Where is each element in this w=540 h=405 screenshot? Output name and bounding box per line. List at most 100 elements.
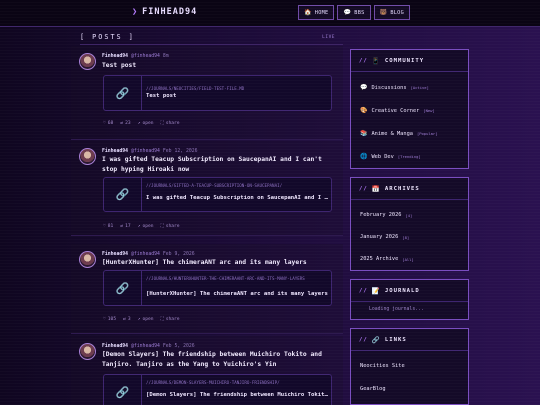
community-item-anime-manga[interactable]: 📚 Anime & Manga [Popular] — [351, 122, 468, 145]
journald-panel: //📝 JOURNALD Loading journals... — [350, 279, 469, 320]
post-time: Feb 9, 2026 — [162, 252, 195, 257]
share-button[interactable]: ⛶ share — [160, 223, 180, 230]
live-indicator: LIVE — [322, 35, 335, 40]
community-item-web-dev[interactable]: 🌐 Web Dev [Trending] — [351, 145, 468, 168]
community-header: //📱 COMMUNITY — [351, 50, 468, 72]
link-title: I was gifted Teacup Subscription on Sauc… — [146, 195, 328, 201]
link-preview-card[interactable]: 🔗 //journals/gifted-a-teacup-subscriptio… — [103, 177, 332, 212]
nav-blog-button[interactable]: 🐻 BLOG — [373, 5, 411, 20]
share-button[interactable]: ⛶ share — [161, 120, 180, 127]
status-badge: [Active] — [410, 85, 429, 90]
avatar[interactable] — [79, 148, 96, 165]
post-meta: Finhead94 @finhead94 Feb 5, 2026 — [102, 344, 195, 349]
post-card: Finhead94 @finhead94 Feb 12, 2026 I was gi… — [71, 141, 343, 236]
share-icon: ⛶ — [160, 317, 164, 322]
link-title: [Demon Slayers] The friendship between M… — [146, 392, 328, 398]
post-author[interactable]: Finhead94 — [102, 252, 128, 257]
post-text: [Demon Slayers] The friendship between M… — [102, 351, 322, 368]
posts-title: [ POSTS ] — [80, 33, 135, 41]
post-text: Test post — [102, 62, 137, 69]
avatar[interactable] — [79, 53, 96, 70]
like-button[interactable]: ♡ 105 — [103, 316, 116, 322]
heart-icon: ♡ — [103, 316, 106, 322]
links-header: //🔗 LINKS — [351, 329, 468, 351]
repost-button[interactable]: ⇄ 23 — [120, 120, 130, 126]
count-badge: [4] — [405, 212, 413, 218]
open-button[interactable]: ↗ open — [138, 120, 154, 126]
house-icon: 🏠 — [304, 9, 312, 16]
palette-icon: 🎨 — [360, 107, 368, 114]
post-meta: Finhead94 @finhead94 Feb 12, 2026 — [102, 149, 198, 154]
phone-icon: 📱 — [371, 56, 381, 65]
post-card: Finhead94 @finhead94 Feb 9, 2026 [HunterXH… — [71, 244, 343, 334]
speech-bubble-icon: 💬 — [343, 9, 352, 16]
chevron-right-icon: ❯ — [132, 7, 139, 17]
link-url: //journals/hunterxhunter-the-chimeraant-… — [146, 276, 305, 281]
post-author[interactable]: Finhead94 — [102, 344, 128, 349]
site-logo-text: FINHEAD94 — [142, 7, 198, 17]
status-badge: [Popular] — [416, 131, 438, 136]
post-handle: @finhead94 — [131, 344, 160, 349]
repost-icon: ⇄ — [120, 223, 124, 229]
arrow-icon: ↗ — [137, 316, 141, 322]
count-badge: [8] — [402, 234, 410, 240]
open-button[interactable]: ↗ open — [138, 223, 154, 229]
globe-icon: 🌐 — [360, 153, 368, 160]
link-preview-card[interactable]: 🔗 //journals/hunterxhunter-the-chimeraan… — [103, 270, 332, 306]
link-icon: 🔗 — [104, 271, 142, 305]
post-actions: ♡ 105 ⇄ 3 ↗ open ⛶ share — [103, 316, 180, 323]
link-title: Test post — [146, 93, 177, 99]
repost-button[interactable]: ⇄ 17 — [120, 223, 130, 229]
post-card: Finhead94 @finhead94 Feb 5, 2026 [Demon Sl… — [71, 336, 343, 405]
post-actions: ♡ 68 ⇄ 23 ↗ open ⛶ share — [103, 120, 180, 127]
loading-text: Loading journals... — [369, 307, 424, 312]
like-button[interactable]: ♡ 81 — [103, 223, 113, 229]
nav-bbs-button[interactable]: 💬 BBS — [337, 5, 371, 20]
post-text: I was gifted Teacup Subscription on Sauc… — [102, 156, 322, 173]
community-item-creative-corner[interactable]: 🎨 Creative Corner [New] — [351, 99, 468, 122]
divider — [80, 44, 343, 45]
avatar[interactable] — [79, 343, 96, 360]
status-badge: [Trending] — [397, 154, 421, 159]
arrow-icon: ↗ — [137, 120, 141, 126]
link-preview-card[interactable]: 🔗 //journals/neocities/field-test-file.m… — [103, 75, 332, 111]
link-preview-card[interactable]: 🔗 //journals/demon-slayers-muichiro-tanj… — [103, 374, 332, 405]
post-meta: Finhead94 @finhead94 Feb 9, 2026 — [102, 252, 195, 257]
link-icon: 🔗 — [371, 335, 381, 344]
archive-item-january-2026[interactable]: January 2026 [8] — [351, 226, 468, 248]
share-button[interactable]: ⛶ share — [160, 316, 180, 323]
repost-icon: ⇄ — [123, 316, 126, 322]
link-url: //journals/gifted-a-teacup-subscription-… — [146, 183, 283, 188]
link-item-neocities[interactable]: Neocities Site — [351, 354, 468, 377]
calendar-icon: 📅 — [371, 184, 381, 193]
share-icon: ⛶ — [160, 224, 164, 229]
open-button[interactable]: ↗ open — [138, 316, 154, 322]
post-time: 8m — [162, 54, 169, 59]
link-item-gearblog[interactable]: GearBlog — [351, 377, 468, 400]
books-icon: 📚 — [360, 130, 368, 137]
archive-item-2025[interactable]: 2025 Archive [All] — [351, 248, 468, 270]
archives-panel: //📅 ARCHIVES February 2026 [4] January 202… — [350, 177, 469, 271]
post-time: Feb 5, 2026 — [162, 344, 195, 349]
posts-header: [ POSTS ] LIVE — [80, 31, 343, 45]
post-author[interactable]: Finhead94 — [102, 54, 128, 59]
like-button[interactable]: ♡ 68 — [103, 120, 113, 126]
nav-home-button[interactable]: 🏠 HOME — [298, 5, 335, 20]
post-text: [HunterXHunter] The chimeraANT arc and i… — [102, 259, 307, 266]
links-panel: //🔗 LINKS Neocities Site GearBlog — [350, 328, 469, 405]
community-item-discussions[interactable]: 💬 Discussions [Active] — [351, 76, 468, 99]
post-card: Finhead94 @finhead94 8m Test post 🔗 //jour… — [71, 46, 343, 140]
avatar[interactable] — [79, 251, 96, 268]
heart-icon: ♡ — [103, 223, 106, 229]
link-url: //journals/neocities/field-test-file.md — [146, 86, 245, 91]
link-icon: 🔗 — [104, 375, 142, 405]
arrow-icon: ↗ — [137, 223, 141, 229]
archive-item-february-2026[interactable]: February 2026 [4] — [351, 204, 468, 226]
speech-bubble-icon: 💬 — [360, 84, 368, 91]
post-actions: ♡ 81 ⇄ 17 ↗ open ⛶ share — [103, 223, 180, 230]
post-handle: @finhead94 — [131, 252, 160, 257]
post-author[interactable]: Finhead94 — [102, 149, 128, 154]
repost-button[interactable]: ⇄ 3 — [123, 316, 131, 322]
journald-header: //📝 JOURNALD — [351, 280, 468, 302]
site-logo[interactable]: ❯ FINHEAD94 — [132, 7, 197, 17]
